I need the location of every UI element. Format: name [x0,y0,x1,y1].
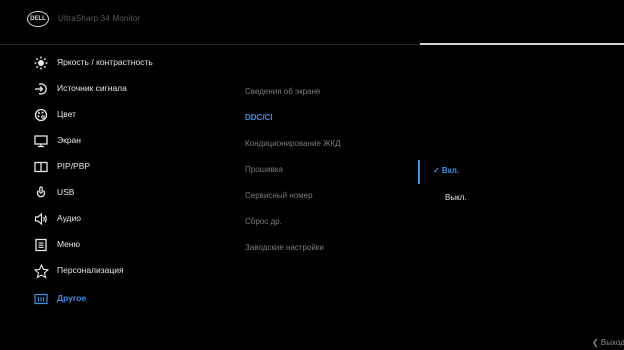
brightness-icon [33,55,49,71]
menu-item-color[interactable]: Цвет [0,104,230,126]
submenu-item-firmware[interactable]: Прошивка [245,165,283,174]
menu-item-usb[interactable]: USB [0,182,230,204]
audio-icon [33,211,49,227]
submenu-item-ddc-ci[interactable]: DDC/CI [245,113,273,122]
submenu-item-service-tag[interactable]: Сервисный номер [245,191,313,200]
display-icon [33,133,49,149]
submenu-item-reset-other[interactable]: Сброс др. [245,217,282,226]
menu-item-label: Источник сигнала [57,83,127,93]
input-source-icon [33,81,49,97]
menu-item-label: USB [57,187,75,197]
exit-button[interactable]: ❮ Выход [592,338,624,347]
menu-item-label: Цвет [57,109,77,119]
pip-pbp-icon [33,159,49,175]
header-highlight-line [420,43,624,45]
other-icon [33,291,49,307]
menu-item-label: Другое [57,293,87,303]
menu-item-input-source[interactable]: Источник сигнала [0,78,230,100]
submenu-item-display-info[interactable]: Сведения об экране [245,87,320,96]
monitor-model: UltraSharp 34 Monitor [58,14,141,23]
menu-item-label: Экран [57,135,81,145]
header-divider [0,44,420,45]
menu-item-menu[interactable]: Меню [0,234,230,256]
menu-item-label: Аудио [57,213,81,223]
menu-item-brightness-contrast[interactable]: Яркость / контрастность [0,52,230,74]
menu-item-other[interactable]: Другое [0,288,230,310]
menu-item-label: Яркость / контрастность [57,57,153,67]
menu-item-label: Меню [57,239,80,249]
menu-item-pip-pbp[interactable]: PIP/PBP [0,156,230,178]
dell-logo: DELL [27,11,49,27]
star-icon [33,263,49,279]
submenu-item-factory-reset[interactable]: Заводские настройки [245,243,324,252]
menu-item-label: Персонализация [57,265,124,275]
menu-item-audio[interactable]: Аудио [0,208,230,230]
color-palette-icon [33,107,49,123]
selection-indicator [418,160,420,184]
option-on[interactable]: ✓ Вкл. [433,166,459,175]
submenu-item-lcd-conditioning[interactable]: Кондиционирование ЖКД [245,139,341,148]
menu-icon [33,237,49,253]
menu-item-label: PIP/PBP [57,161,91,171]
usb-icon [33,185,49,201]
menu-item-personalize[interactable]: Персонализация [0,260,230,282]
menu-item-display[interactable]: Экран [0,130,230,152]
option-off[interactable]: Выкл. [445,193,467,202]
osd-header: DELL UltraSharp 34 Monitor [0,0,624,45]
